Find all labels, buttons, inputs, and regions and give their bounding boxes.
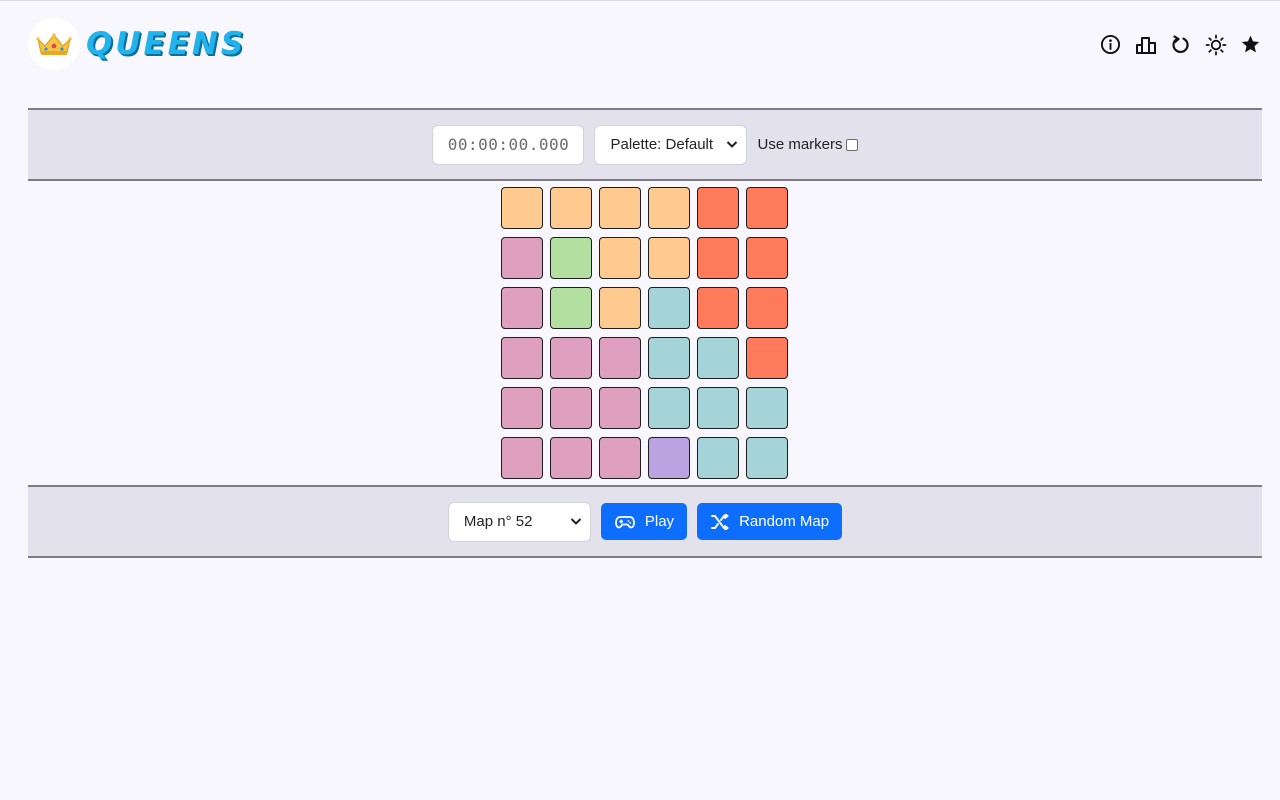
crown-icon	[28, 18, 80, 70]
use-markers-label: Use markers	[757, 136, 843, 153]
board-cell[interactable]	[648, 287, 690, 329]
board-cell[interactable]	[599, 187, 641, 229]
app-header: QUEENS	[28, 16, 1262, 72]
board-cell[interactable]	[599, 387, 641, 429]
board-cell[interactable]	[599, 437, 641, 479]
board-cell[interactable]	[746, 287, 788, 329]
play-button-label: Play	[644, 513, 675, 530]
game-board	[501, 187, 788, 479]
use-markers-toggle[interactable]: Use markers	[757, 136, 858, 153]
board-cell[interactable]	[550, 387, 592, 429]
board-cell[interactable]	[550, 337, 592, 379]
board-cell[interactable]	[746, 387, 788, 429]
board-cell[interactable]	[501, 287, 543, 329]
board-cell[interactable]	[648, 437, 690, 479]
shuffle-icon	[711, 513, 729, 530]
board-cell[interactable]	[501, 337, 543, 379]
map-bar: Map n° 52 Play Random Map	[28, 485, 1262, 558]
info-icon[interactable]	[1099, 33, 1122, 56]
board-cell[interactable]	[501, 437, 543, 479]
board-cell[interactable]	[599, 237, 641, 279]
random-map-button[interactable]: Random Map	[697, 503, 843, 540]
board-cell[interactable]	[550, 287, 592, 329]
palette-select-value: Palette: Default	[610, 136, 714, 153]
chevron-down-icon	[570, 517, 582, 525]
gamepad-icon	[614, 515, 635, 528]
board-cell[interactable]	[599, 337, 641, 379]
board-cell[interactable]	[697, 437, 739, 479]
controls-bar: 00:00:00.000 Palette: Default Use marker…	[28, 108, 1262, 181]
use-markers-checkbox[interactable]	[845, 138, 858, 151]
palette-select[interactable]: Palette: Default	[594, 124, 748, 165]
board-cell[interactable]	[697, 337, 739, 379]
board-cell[interactable]	[550, 187, 592, 229]
board-cell[interactable]	[746, 237, 788, 279]
board-cell[interactable]	[648, 187, 690, 229]
play-button[interactable]: Play	[600, 503, 688, 540]
app-title: QUEENS	[86, 26, 247, 62]
board-cell[interactable]	[648, 237, 690, 279]
board-cell[interactable]	[550, 437, 592, 479]
chevron-down-icon	[727, 140, 738, 148]
board-cell[interactable]	[501, 387, 543, 429]
logo: QUEENS	[28, 18, 246, 70]
board-cell[interactable]	[697, 387, 739, 429]
top-border	[0, 0, 1280, 1]
board-cell[interactable]	[648, 337, 690, 379]
timer-display: 00:00:00.000	[432, 124, 585, 165]
board-cell[interactable]	[697, 187, 739, 229]
board-cell[interactable]	[746, 437, 788, 479]
star-icon[interactable]	[1239, 33, 1262, 56]
leaderboard-icon[interactable]	[1134, 33, 1157, 56]
reset-icon[interactable]	[1169, 33, 1192, 56]
board-cell[interactable]	[648, 387, 690, 429]
theme-sun-icon[interactable]	[1204, 33, 1227, 56]
board-cell[interactable]	[599, 287, 641, 329]
board-cell[interactable]	[746, 187, 788, 229]
board-cell[interactable]	[697, 287, 739, 329]
random-map-button-label: Random Map	[739, 513, 830, 530]
map-select-value: Map n° 52	[463, 513, 533, 530]
board-cell[interactable]	[746, 337, 788, 379]
board-cell[interactable]	[697, 237, 739, 279]
map-select[interactable]: Map n° 52	[447, 501, 591, 542]
board-cell[interactable]	[550, 237, 592, 279]
header-icons	[1099, 33, 1262, 56]
board-cell[interactable]	[501, 237, 543, 279]
board-cell[interactable]	[501, 187, 543, 229]
